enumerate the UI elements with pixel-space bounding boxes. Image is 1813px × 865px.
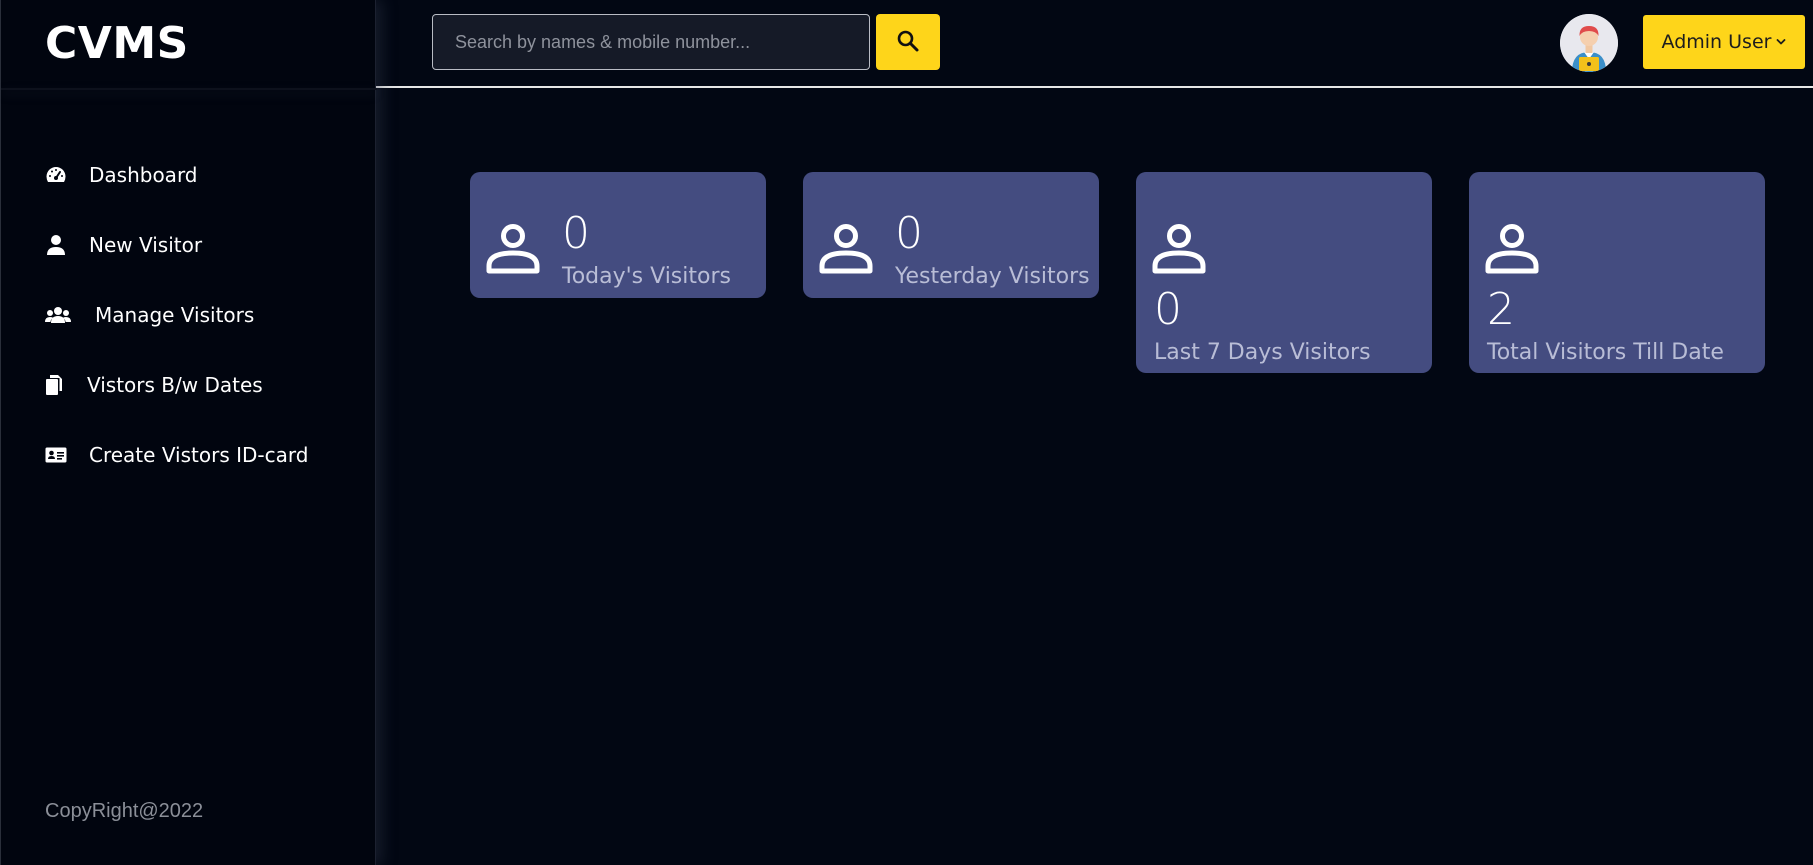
person-icon [1152,222,1206,279]
user-avatar-icon[interactable] [1560,14,1618,72]
dashboard-gauge-icon [45,164,67,186]
stat-value: 0 [895,208,923,259]
sidebar-item-dashboard[interactable]: Dashboard [1,140,375,210]
id-card-icon [45,444,67,466]
sidebar-item-manage-visitors[interactable]: Manage Visitors [1,280,375,350]
stat-card-last-7-days[interactable]: 0 Last 7 Days Visitors [1136,172,1432,373]
sidebar-nav: Dashboard New Visitor Manage Visitors Vi… [1,140,375,490]
stat-value: 0 [562,208,590,259]
sidebar-item-label: New Visitor [89,233,203,257]
stat-value: 2 [1487,284,1515,335]
dashboard-main: 0 Today's Visitors 0 Yesterday Visitors … [376,90,1813,865]
person-icon [486,222,540,279]
user-menu-label: Admin User [1661,31,1772,53]
sidebar-item-new-visitor[interactable]: New Visitor [1,210,375,280]
search-button[interactable] [876,14,940,70]
chevron-down-icon [1776,38,1786,46]
documents-icon [45,374,63,396]
sidebar-item-label: Vistors B/w Dates [87,373,263,397]
stat-label: Today's Visitors [562,264,731,289]
sidebar-item-label: Manage Visitors [95,303,255,327]
stat-card-today[interactable]: 0 Today's Visitors [470,172,766,298]
sidebar-item-label: Dashboard [89,163,198,187]
sidebar: CVMS Dashboard New Visitor Manage Visito… [0,0,377,865]
user-icon [45,234,67,256]
stat-label: Total Visitors Till Date [1487,340,1724,365]
stat-label: Last 7 Days Visitors [1154,340,1371,365]
stat-value: 0 [1154,284,1182,335]
person-icon [819,222,873,279]
copyright-text: CopyRight@2022 [45,800,204,822]
users-group-icon [45,304,71,326]
stat-card-yesterday[interactable]: 0 Yesterday Visitors [803,172,1099,298]
sidebar-item-visitors-between-dates[interactable]: Vistors B/w Dates [1,350,375,420]
stat-card-total[interactable]: 2 Total Visitors Till Date [1469,172,1765,373]
stat-label: Yesterday Visitors [895,264,1090,289]
top-bar: Admin User [376,0,1813,88]
brand-logo[interactable]: CVMS [45,18,189,69]
sidebar-item-label: Create Vistors ID-card [89,443,309,467]
sidebar-item-create-id-card[interactable]: Create Vistors ID-card [1,420,375,490]
search-input[interactable] [432,14,870,70]
user-menu-button[interactable]: Admin User [1643,15,1805,69]
brand-divider [1,88,377,90]
search-icon [896,29,920,56]
person-icon [1485,222,1539,279]
